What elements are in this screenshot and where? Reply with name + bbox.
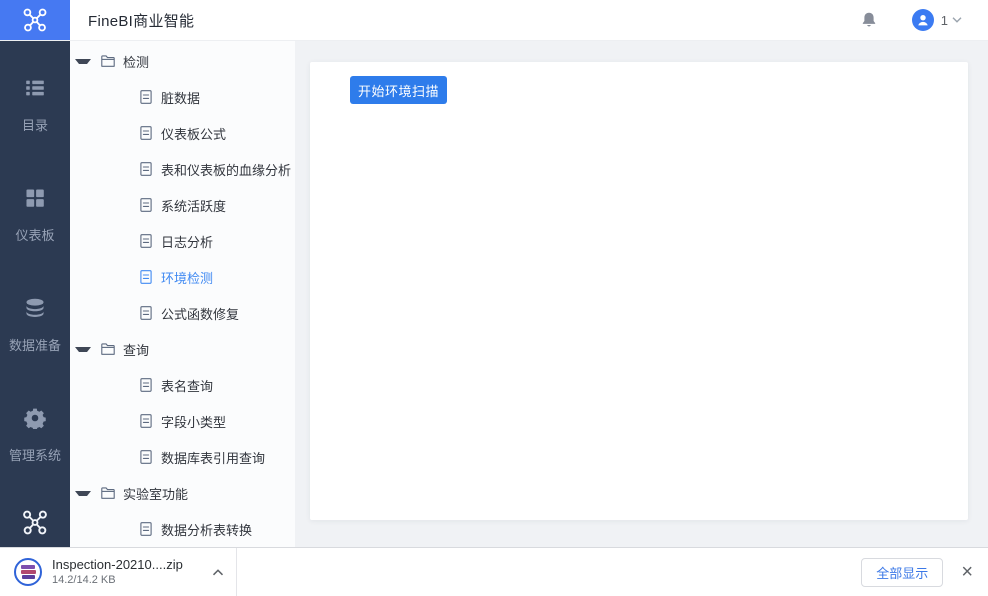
tree-item-label: 日志分析 <box>161 234 214 250</box>
tree-item-label: 数据分析表转换 <box>161 522 253 538</box>
tree-item-icon <box>138 521 154 537</box>
finebi-app-window: FineBI商业智能 1 目录 仪表板 数据准备 管理系统 检测 脏数据 仪表板… <box>0 0 988 596</box>
file-meta: Inspection-20210....zip 14.2/14.2 KB <box>52 557 183 588</box>
nav-item-icon <box>24 297 46 319</box>
user-avatar[interactable] <box>911 9 934 31</box>
caret-down-icon[interactable] <box>75 58 91 64</box>
tree-item[interactable]: 表和仪表板的血缘分析 <box>70 151 295 187</box>
nav-item-label: 仪表板 <box>15 228 55 243</box>
tree-item-label: 字段小类型 <box>161 414 227 430</box>
file-name: Inspection-20210....zip <box>52 556 183 572</box>
zip-archive-icon <box>14 558 42 586</box>
download-bar: Inspection-20210....zip 14.2/14.2 KB 全部显… <box>0 547 988 596</box>
finebi-network-logo-icon <box>22 7 48 33</box>
tree-item[interactable]: 数据库表引用查询 <box>70 439 295 475</box>
tree-item-icon <box>138 269 154 285</box>
tree-item-label: 实验室功能 <box>123 486 189 502</box>
user-avatar-icon <box>915 12 931 28</box>
app-title: FineBI商业智能 <box>88 12 195 30</box>
chevron-down-icon[interactable] <box>952 17 962 23</box>
bell-icon[interactable] <box>860 11 878 29</box>
tree-item-icon <box>138 413 154 429</box>
tree-item-icon <box>138 161 154 177</box>
tree-item-icon <box>100 341 116 357</box>
tree-item[interactable]: 公式函数修复 <box>70 295 295 331</box>
tree-item[interactable]: 表名查询 <box>70 367 295 403</box>
tree-item-icon <box>138 377 154 393</box>
tree-item-label: 系统活跃度 <box>161 198 227 214</box>
tree-item[interactable]: 检测 <box>70 43 295 79</box>
nav-item[interactable]: 目录 <box>22 77 48 187</box>
nav-item-label: 管理系统 <box>8 448 61 463</box>
start-scan-button[interactable]: 开始环境扫描 <box>350 76 448 104</box>
tree-item-label: 表名查询 <box>161 378 214 394</box>
tree-item[interactable]: 字段小类型 <box>70 403 295 439</box>
tree-item[interactable]: 环境检测 <box>70 259 295 295</box>
tree-item-label: 表和仪表板的血缘分析 <box>161 162 292 178</box>
tree-item-icon <box>138 305 154 321</box>
tree-item-icon <box>138 233 154 249</box>
caret-down-icon[interactable] <box>75 490 91 496</box>
finebi-logo <box>0 0 70 40</box>
tree-item[interactable]: 数据分析表转换 <box>70 511 295 547</box>
chevron-up-icon[interactable] <box>212 568 224 576</box>
tree-item-label: 公式函数修复 <box>161 306 240 322</box>
user-count: 1 <box>940 12 948 28</box>
download-bar-actions: 全部显示 × <box>861 557 988 587</box>
tree-item-icon <box>100 53 116 69</box>
tree-item-icon <box>138 125 154 141</box>
nav-item-label: 数据准备 <box>8 338 61 353</box>
show-all-button[interactable]: 全部显示 <box>861 557 944 587</box>
header-actions: 1 <box>860 9 988 31</box>
nav-item[interactable]: 仪表板 <box>15 187 55 297</box>
tree-item[interactable]: 日志分析 <box>70 223 295 259</box>
tree-item-icon <box>138 89 154 105</box>
nav-item-icon <box>24 187 46 209</box>
top-header: FineBI商业智能 1 <box>0 0 988 40</box>
main-content: 开始环境扫描 <box>295 40 988 547</box>
close-icon[interactable]: × <box>959 560 975 584</box>
tree-item-label: 环境检测 <box>161 270 214 286</box>
tree-item-icon <box>138 197 154 213</box>
nav-item-icon <box>24 77 46 99</box>
primary-sidebar: 目录 仪表板 数据准备 管理系统 <box>0 40 70 547</box>
tree-item-icon <box>138 449 154 465</box>
tree-sidebar: 检测 脏数据 仪表板公式 表和仪表板的血缘分析 系统活跃度 日志分析 环境检测 <box>70 40 295 547</box>
nav-item[interactable]: 数据准备 <box>9 297 61 407</box>
tree-item[interactable]: 查询 <box>70 331 295 367</box>
content-card: 开始环境扫描 <box>310 62 968 520</box>
tree-item[interactable]: 实验室功能 <box>70 475 295 511</box>
caret-down-icon[interactable] <box>75 346 91 352</box>
tree-item-icon <box>100 485 116 501</box>
nav-item-icon <box>24 407 46 429</box>
network-icon[interactable] <box>22 509 49 541</box>
tree-item[interactable]: 仪表板公式 <box>70 115 295 151</box>
tree-item[interactable]: 系统活跃度 <box>70 187 295 223</box>
nav-item[interactable]: 管理系统 <box>9 407 61 517</box>
file-size: 14.2/14.2 KB <box>52 573 116 586</box>
tree-item-label: 查询 <box>123 342 150 358</box>
tree-item-label: 数据库表引用查询 <box>161 450 266 466</box>
nav-item-label: 目录 <box>21 118 48 133</box>
tree-item-label: 检测 <box>123 54 150 70</box>
tree-item[interactable]: 脏数据 <box>70 79 295 115</box>
tree-item-label: 脏数据 <box>161 90 201 106</box>
tree-item-label: 仪表板公式 <box>161 126 227 142</box>
download-file-chip[interactable]: Inspection-20210....zip 14.2/14.2 KB <box>0 548 237 596</box>
